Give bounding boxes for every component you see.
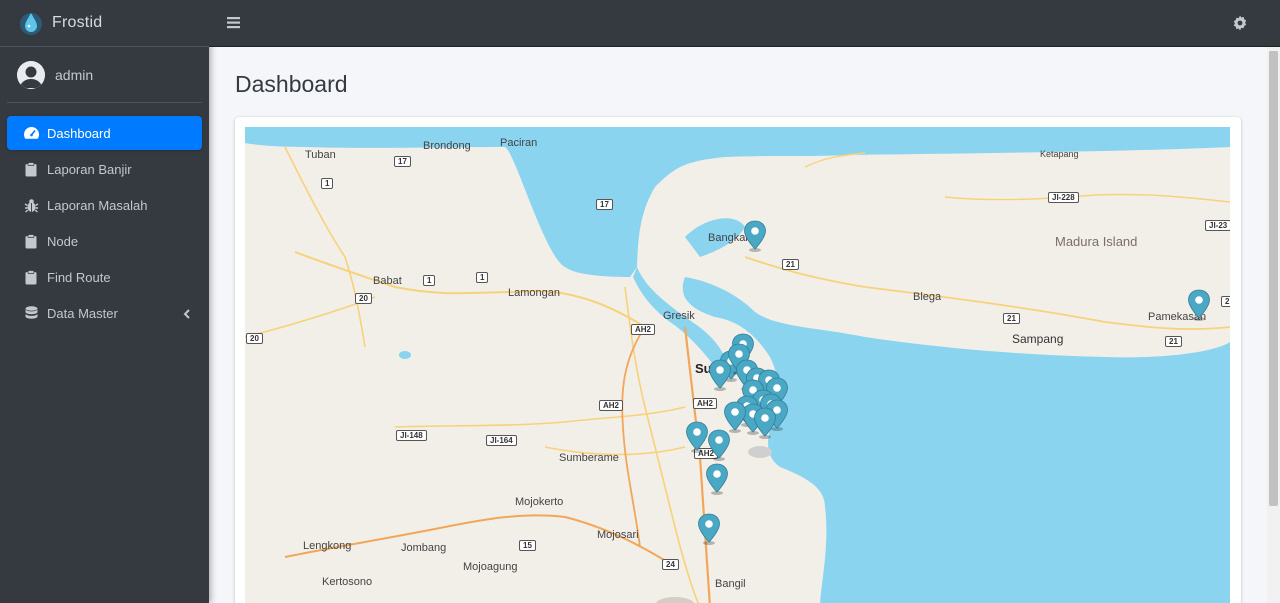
road-shield: 21 xyxy=(782,259,799,270)
road-shield: 1 xyxy=(321,178,334,189)
map-label: Bangil xyxy=(715,578,746,590)
road-shield: JI-164 xyxy=(486,435,517,446)
map-card: Tuban Brondong Paciran Ketapang Bangkal … xyxy=(235,117,1241,603)
tachometer-icon xyxy=(22,124,40,142)
brand-name: Frostid xyxy=(52,14,103,31)
road-shield: AH2 xyxy=(693,398,718,409)
map-label: Bangkal xyxy=(708,232,748,244)
road-shield: AH2 xyxy=(599,400,624,411)
sidebar-item-label: Dashboard xyxy=(47,125,111,141)
clipboard-icon xyxy=(22,160,40,178)
map-pin-icon[interactable] xyxy=(743,220,767,252)
map-pin-icon[interactable] xyxy=(697,513,721,545)
sidebar-item-label: Laporan Banjir xyxy=(47,161,132,177)
map-label: Babat xyxy=(373,275,402,287)
sidebar-item-node[interactable]: Node xyxy=(7,224,202,258)
map-pin-icon[interactable] xyxy=(705,463,729,495)
map-pin-icon[interactable] xyxy=(1187,289,1211,321)
road-shield: 15 xyxy=(519,540,536,551)
map-label: Sumberame xyxy=(559,452,619,464)
road-shield: AH2 xyxy=(631,324,656,335)
clipboard-icon xyxy=(22,268,40,286)
map-label: Tuban xyxy=(305,149,336,161)
water-drop-logo-icon xyxy=(18,10,44,36)
sidebar-item-data-master[interactable]: Data Master xyxy=(7,296,202,330)
sidebar-item-laporan-masalah[interactable]: Laporan Masalah xyxy=(7,188,202,222)
bug-icon xyxy=(22,196,40,214)
hamburger-icon[interactable] xyxy=(227,16,241,30)
map-pin-icon[interactable] xyxy=(753,407,777,439)
road-shield: 1 xyxy=(476,272,489,283)
map-label: Sampang xyxy=(1012,332,1064,346)
road-shield: 17 xyxy=(394,156,411,167)
map-label: Kertosono xyxy=(322,576,373,588)
map-label: Mojosari xyxy=(597,529,639,541)
page-scrollbar[interactable] xyxy=(1267,47,1280,603)
road-shield: 20 xyxy=(246,333,263,344)
sidebar-item-label: Data Master xyxy=(47,305,118,321)
sidebar-item-label: Node xyxy=(47,233,79,249)
map-pin-icon[interactable] xyxy=(708,359,732,391)
map-label: Lamongan xyxy=(508,287,560,299)
main-content: Dashboard Tuban Brondong Paciran Ketapan… xyxy=(209,47,1267,603)
user-panel[interactable]: admin xyxy=(7,47,202,103)
road-shield: 21 xyxy=(1165,336,1182,347)
road-shield: 24 xyxy=(662,559,679,570)
map-label: Mojoagung xyxy=(463,561,518,573)
road-shield: JI-148 xyxy=(396,430,427,441)
map-label: Mojokerto xyxy=(515,496,564,508)
sidebar-item-dashboard[interactable]: Dashboard xyxy=(7,116,202,150)
road-shield: 21 xyxy=(1003,313,1020,324)
map-pin-icon[interactable] xyxy=(685,421,709,453)
chevron-left-icon xyxy=(183,307,190,322)
road-shield: JI-23 xyxy=(1205,220,1230,231)
map-label: Brondong xyxy=(423,140,471,152)
user-name: admin xyxy=(55,66,94,83)
avatar xyxy=(17,60,45,89)
page-title: Dashboard xyxy=(235,71,348,97)
brand[interactable]: Frostid xyxy=(0,0,209,47)
map-label: Lengkong xyxy=(303,540,352,552)
sidebar-item-find-route[interactable]: Find Route xyxy=(7,260,202,294)
top-navbar xyxy=(209,0,1280,47)
gear-icon[interactable] xyxy=(1232,15,1248,31)
map-label: Ketapang xyxy=(1040,149,1079,159)
road-shield: 17 xyxy=(596,199,613,210)
map-label: Blega xyxy=(913,291,942,303)
road-shield: 20 xyxy=(355,293,372,304)
map-label: Jombang xyxy=(401,542,447,554)
map-label: Madura Island xyxy=(1055,234,1138,249)
scrollbar-thumb[interactable] xyxy=(1269,51,1278,506)
sidebar-nav: Dashboard Laporan Banjir Laporan Masalah… xyxy=(0,103,209,330)
sidebar-item-label: Find Route xyxy=(47,269,111,285)
map-pin-icon[interactable] xyxy=(707,429,731,461)
map-label: Paciran xyxy=(500,137,538,149)
map[interactable]: Tuban Brondong Paciran Ketapang Bangkal … xyxy=(245,127,1230,603)
road-shield: JI-228 xyxy=(1048,192,1079,203)
sidebar-item-label: Laporan Masalah xyxy=(47,197,148,213)
road-shield: 1 xyxy=(423,275,436,286)
sidebar-item-laporan-banjir[interactable]: Laporan Banjir xyxy=(7,152,202,186)
road-shield: 21 xyxy=(1221,296,1230,307)
sidebar: Frostid admin Dashboard Laporan Banjir L… xyxy=(0,0,209,603)
database-icon xyxy=(22,304,40,322)
map-label: Gresik xyxy=(663,310,695,322)
clipboard-icon xyxy=(22,232,40,250)
